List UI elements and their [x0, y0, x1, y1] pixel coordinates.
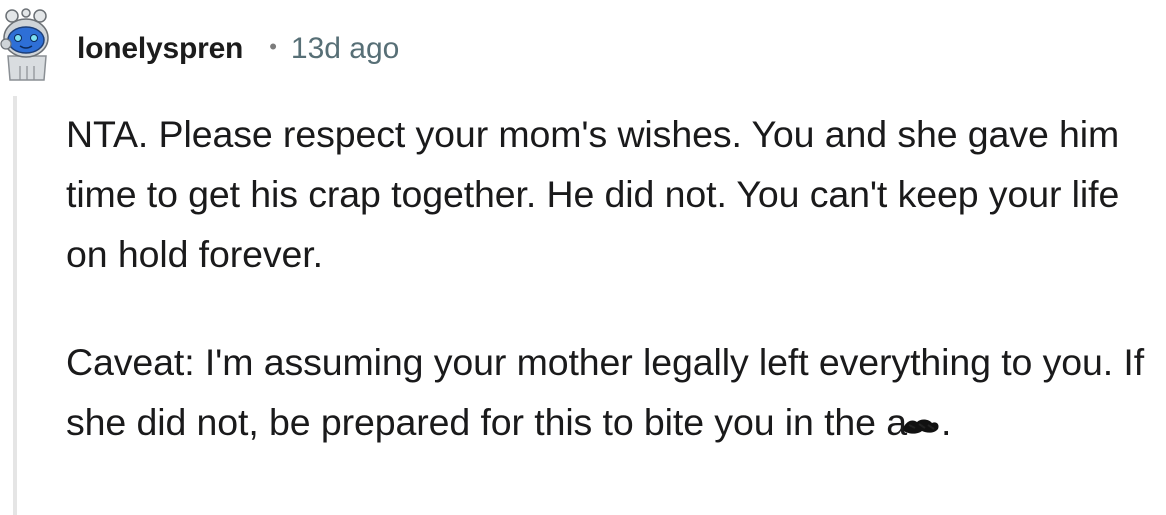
- username-link[interactable]: lonelyspren: [77, 32, 243, 66]
- comment-body: NTA. Please respect your mom's wishes. Y…: [66, 104, 1161, 452]
- comment-header: lonelyspren • 13d ago: [77, 27, 399, 71]
- separator-dot: •: [269, 34, 277, 59]
- comment-text-fragment: the a: [824, 401, 907, 443]
- comment-paragraph-text: Caveat: I'm assuming your mother legally…: [66, 341, 1145, 443]
- thread-collapse-line[interactable]: [13, 96, 17, 515]
- comment-text-fragment: .: [941, 401, 952, 443]
- comment: lonelyspren • 13d ago NTA. Please respec…: [0, 0, 1166, 515]
- comment-paragraph: Caveat: I'm assuming your mother legally…: [66, 332, 1161, 452]
- comment-paragraph: NTA. Please respect your mom's wishes. Y…: [66, 113, 1120, 275]
- user-avatar-icon[interactable]: [0, 8, 54, 82]
- redaction-scribble-icon: [903, 419, 939, 434]
- timestamp: 13d ago: [290, 32, 400, 65]
